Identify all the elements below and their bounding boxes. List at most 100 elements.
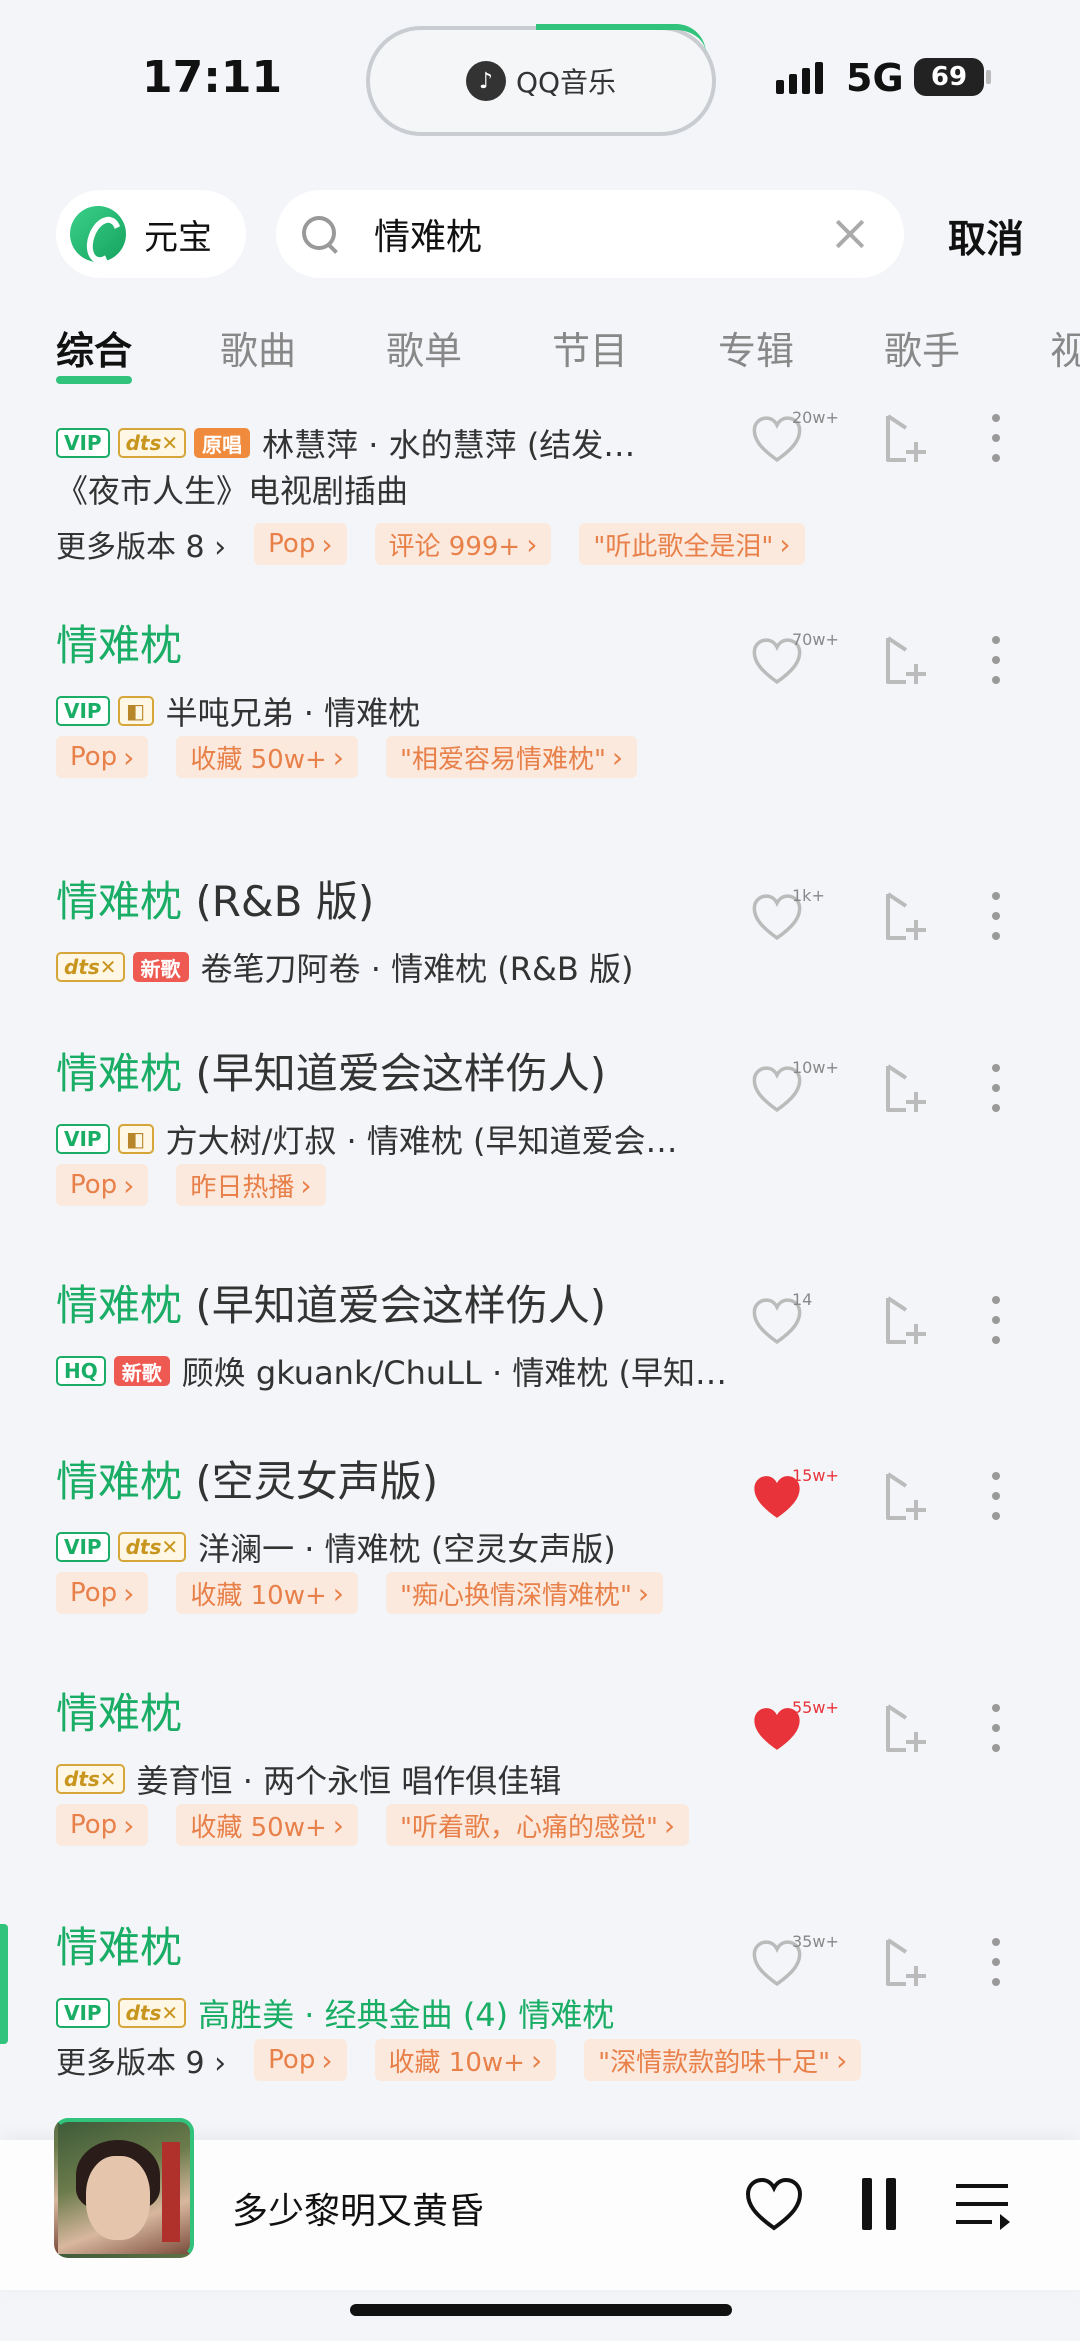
song-title-main: 情难枕 xyxy=(56,1457,183,1506)
yuanbao-button[interactable]: 元宝 xyxy=(56,190,246,278)
quality-badge: VIP xyxy=(56,1998,110,2028)
song-title-suffix: (早知道爱会这样伤人) xyxy=(182,1281,607,1330)
yuanbao-label: 元宝 xyxy=(144,217,212,258)
result-item[interactable]: 情难枕 (R&B 版) dts✕ 新歌 卷笔刀阿卷 · 情难枕 (R&B 版) 1k+ xyxy=(0,868,1080,1068)
more-options-icon[interactable] xyxy=(990,888,1002,944)
tag-chip[interactable]: Pop xyxy=(56,1804,149,1846)
tag-chip[interactable]: 收藏 50w+ xyxy=(176,1804,358,1846)
yuanbao-icon xyxy=(70,206,126,262)
like-button[interactable]: 55w+ xyxy=(750,1698,839,1760)
pause-icon[interactable] xyxy=(862,2178,898,2230)
tag-chip[interactable]: Pop xyxy=(56,1572,149,1614)
tab-programs[interactable]: 节目 xyxy=(552,320,628,375)
quality-badge: VIP xyxy=(56,1124,110,1154)
more-options-icon[interactable] xyxy=(990,410,1002,466)
tab-all[interactable]: 综合 xyxy=(56,320,132,375)
playlist-icon[interactable] xyxy=(954,2178,1012,2232)
quality-badge: 新歌 xyxy=(113,1356,170,1386)
quality-badge: dts✕ xyxy=(117,1532,187,1562)
add-to-playlist-icon[interactable] xyxy=(880,634,930,688)
song-title: 情难枕 (R&B 版) xyxy=(56,868,374,929)
tag-chips: 更多版本 8 › Pop 评论 999+ "听此歌全是泪" xyxy=(56,522,805,566)
dolby-icon: ◧ xyxy=(117,696,154,726)
result-item[interactable]: VIP dts✕ 原唱 林慧萍 · 水的慧萍 (结发… 《夜市人生》电视剧插曲 更多版本 … xyxy=(0,408,1080,610)
search-query[interactable]: 情难枕 xyxy=(374,208,820,260)
result-item[interactable]: 情难枕 (早知道爱会这样伤人) HQ 新歌 顾焕 gkuank/ChuLL · 情难枕… xyxy=(0,1272,1080,1472)
tag-chip[interactable]: 昨日热播 xyxy=(176,1164,326,1206)
result-item[interactable]: 情难枕 dts✕ 姜育恒 · 两个永恒 唱作俱佳辑 Pop 收藏 50w+ "听着歌，心痛… xyxy=(0,1680,1080,1880)
tag-chips: Pop 收藏 50w+ "听着歌，心痛的感觉" xyxy=(56,1804,690,1846)
tab-albums[interactable]: 专辑 xyxy=(718,320,794,375)
tab-singers[interactable]: 歌手 xyxy=(884,320,960,375)
more-options-icon[interactable] xyxy=(990,632,1002,688)
cancel-button[interactable]: 取消 xyxy=(948,208,1024,263)
tag-chip[interactable]: "相爱容易情难枕" xyxy=(385,736,638,778)
more-options-icon[interactable] xyxy=(990,1292,1002,1348)
quality-badge: dts✕ xyxy=(117,1998,187,2028)
tag-chip[interactable]: 收藏 50w+ xyxy=(176,736,358,778)
tag-chip[interactable]: 收藏 10w+ xyxy=(374,2039,557,2081)
tab-videos[interactable]: 视 xyxy=(1050,320,1080,375)
song-title-main: 情难枕 xyxy=(56,1689,183,1738)
song-title-main: 情难枕 xyxy=(56,621,183,670)
player-song-title[interactable]: 多少黎明又黄昏 xyxy=(232,2182,484,2234)
like-count: 14 xyxy=(792,1290,813,1309)
like-button[interactable]: 10w+ xyxy=(750,1058,839,1120)
tag-chip[interactable]: "听着歌，心痛的感觉" xyxy=(385,1804,690,1846)
more-versions-link[interactable]: 更多版本 9 › xyxy=(56,2038,226,2082)
tag-chip[interactable]: Pop xyxy=(56,736,149,778)
add-to-playlist-icon[interactable] xyxy=(880,1294,930,1348)
more-options-icon[interactable] xyxy=(990,1468,1002,1524)
album-cover[interactable] xyxy=(54,2118,194,2258)
like-button[interactable]: 70w+ xyxy=(750,630,839,692)
add-to-playlist-icon[interactable] xyxy=(880,412,930,466)
result-tabs: 综合 歌曲 歌单 节目 专辑 歌手 视 xyxy=(0,320,1080,390)
song-meta-row: HQ 新歌 顾焕 gkuank/ChuLL · 情难枕 (早知… xyxy=(56,1348,727,1394)
song-actions: 10w+ xyxy=(750,1054,1050,1124)
more-options-icon[interactable] xyxy=(990,1934,1002,1990)
add-to-playlist-icon[interactable] xyxy=(880,1702,930,1756)
tag-chip[interactable]: "痴心换情深情难枕" xyxy=(385,1572,664,1614)
like-button[interactable]: 14 xyxy=(750,1290,812,1352)
song-meta-row: dts✕ 姜育恒 · 两个永恒 唱作俱佳辑 xyxy=(56,1756,561,1802)
player-heart-icon[interactable] xyxy=(744,2176,804,2232)
more-versions-link[interactable]: 更多版本 8 › xyxy=(56,522,226,566)
tag-chip[interactable]: "听此歌全是泪" xyxy=(579,523,805,565)
more-options-icon[interactable] xyxy=(990,1700,1002,1756)
song-meta-row: dts✕ 新歌 卷笔刀阿卷 · 情难枕 (R&B 版) xyxy=(56,944,634,990)
like-button[interactable]: 20w+ xyxy=(750,408,839,470)
qq-music-logo-icon: ♪ xyxy=(465,61,506,101)
dolby-icon: ◧ xyxy=(117,1124,154,1154)
clear-icon[interactable] xyxy=(820,204,880,264)
search-input[interactable]: 情难枕 xyxy=(276,190,904,278)
add-to-playlist-icon[interactable] xyxy=(880,1470,930,1524)
result-item[interactable]: 情难枕 VIP◧ 半吨兄弟 · 情难枕 Pop 收藏 50w+ "相爱容易情难枕" 70w+ xyxy=(0,612,1080,812)
artist-album: 高胜美 · 经典金曲 (4) 情难枕 xyxy=(198,1996,615,2034)
battery-tip xyxy=(986,70,991,84)
more-options-icon[interactable] xyxy=(990,1060,1002,1116)
add-to-playlist-icon[interactable] xyxy=(880,1062,930,1116)
song-actions: 15w+ xyxy=(750,1462,1050,1532)
song-meta-row: VIP dts✕ 洋澜一 · 情难枕 (空灵女声版) xyxy=(56,1524,616,1570)
result-item[interactable]: 情难枕 (早知道爱会这样伤人) VIP ◧ 方大树/灯叔 · 情难枕 (早知道爱会… P… xyxy=(0,1040,1080,1240)
quality-badge: HQ xyxy=(56,1356,106,1386)
tag-chip[interactable]: "深情款款韵味十足" xyxy=(584,2039,862,2081)
song-title-suffix: (早知道爱会这样伤人) xyxy=(182,1049,607,1098)
tab-playlists[interactable]: 歌单 xyxy=(386,320,462,375)
tag-chips: Pop 收藏 10w+ "痴心换情深情难枕" xyxy=(56,1572,664,1614)
like-button[interactable]: 35w+ xyxy=(750,1932,839,1994)
tag-chip[interactable]: Pop xyxy=(254,523,347,565)
result-item[interactable]: 情难枕 (空灵女声版) VIPdts✕ 洋澜一 · 情难枕 (空灵女声版) Pop 收藏… xyxy=(0,1448,1080,1648)
tag-chip[interactable]: 评论 999+ xyxy=(374,523,552,565)
song-meta-row: VIP dts✕ 高胜美 · 经典金曲 (4) 情难枕 xyxy=(56,1990,614,2036)
add-to-playlist-icon[interactable] xyxy=(880,890,930,944)
tag-chip[interactable]: Pop xyxy=(56,1164,149,1206)
tag-chip[interactable]: Pop xyxy=(254,2039,347,2081)
tag-chip[interactable]: 收藏 10w+ xyxy=(176,1572,358,1614)
result-item[interactable]: 情难枕 VIPdts✕ 高胜美 · 经典金曲 (4) 情难枕更多版本 9 › Pop 收… xyxy=(0,1914,1080,2114)
like-button[interactable]: 1k+ xyxy=(750,886,825,948)
tab-songs[interactable]: 歌曲 xyxy=(220,320,296,375)
add-to-playlist-icon[interactable] xyxy=(880,1936,930,1990)
song-meta-row: VIP ◧ 半吨兄弟 · 情难枕 xyxy=(56,688,420,734)
like-button[interactable]: 15w+ xyxy=(750,1466,839,1528)
